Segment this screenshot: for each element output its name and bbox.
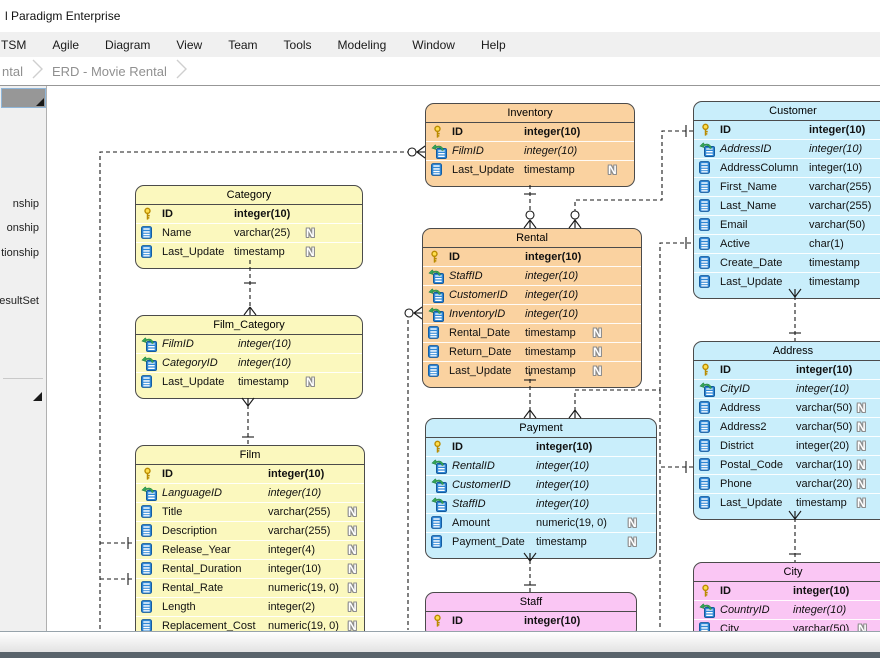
diagram-world: InventoryIDinteger(10)FilmIDinteger(10)L… xyxy=(48,86,880,631)
bottom-bar xyxy=(0,652,880,658)
breadcrumb: ntal ERD - Movie Rental xyxy=(0,57,880,85)
palette-item-onship[interactable]: onship xyxy=(7,222,39,234)
title-bar: l Paradigm Enterprise xyxy=(0,0,880,32)
diagram-palette: nship onship tionship ResultSet xyxy=(0,86,47,631)
menu-bar: TSM Agile Diagram View Team Tools Modeling Wind… xyxy=(0,32,880,57)
menu-item-tools[interactable]: Tools xyxy=(284,38,312,52)
crow-foot-circle-mark xyxy=(405,307,422,319)
palette-expand-icon[interactable] xyxy=(33,392,42,401)
relationship-line[interactable] xyxy=(575,131,693,228)
window-title: l Paradigm Enterprise xyxy=(5,9,120,23)
palette-item-nship[interactable]: nship xyxy=(13,198,39,210)
breadcrumb-chevron-icon xyxy=(31,57,44,86)
menu-item-team[interactable]: Team xyxy=(228,38,257,52)
relationship-line[interactable] xyxy=(100,152,425,630)
crow-foot-circle-mark xyxy=(408,146,425,158)
crow-foot-mark xyxy=(242,398,254,406)
crow-foot-circle-mark xyxy=(569,211,581,228)
crow-foot-mark xyxy=(524,410,536,418)
breadcrumb-chevron-icon xyxy=(175,57,188,86)
palette-separator xyxy=(3,378,43,379)
menu-item-diagram[interactable]: Diagram xyxy=(105,38,150,52)
breadcrumb-item-erd-movie-rental[interactable]: ERD - Movie Rental xyxy=(48,64,171,79)
crow-foot-mark xyxy=(789,289,801,297)
menu-item-agile[interactable]: Agile xyxy=(52,38,79,52)
menu-item-window[interactable]: Window xyxy=(412,38,455,52)
palette-collapsed-button[interactable] xyxy=(1,88,46,108)
resize-corner-icon[interactable] xyxy=(36,98,44,106)
menu-item-help[interactable]: Help xyxy=(481,38,506,52)
palette-item-resultset[interactable]: ResultSet xyxy=(0,295,39,307)
relationship-line[interactable] xyxy=(575,243,693,418)
crow-foot-mark xyxy=(244,307,256,315)
application-window: l Paradigm Enterprise TSM Agile Diagram Vie… xyxy=(0,0,880,658)
relationship-line[interactable] xyxy=(660,467,693,630)
menu-item-modeling[interactable]: Modeling xyxy=(338,38,387,52)
crow-foot-mark xyxy=(789,511,801,519)
relationship-line[interactable] xyxy=(408,313,422,630)
crow-foot-mark xyxy=(524,553,536,561)
relationship-connectors xyxy=(48,86,880,631)
palette-item-tionship[interactable]: tionship xyxy=(1,247,39,259)
crow-foot-circle-mark xyxy=(524,211,536,228)
diagram-canvas[interactable]: InventoryIDinteger(10)FilmIDinteger(10)L… xyxy=(48,86,880,631)
menu-item-view[interactable]: View xyxy=(176,38,202,52)
horizontal-scrollbar[interactable] xyxy=(0,631,880,652)
menu-item-tsm[interactable]: TSM xyxy=(1,38,26,52)
breadcrumb-item-ntal[interactable]: ntal xyxy=(0,64,27,79)
crow-foot-mark xyxy=(569,410,581,418)
